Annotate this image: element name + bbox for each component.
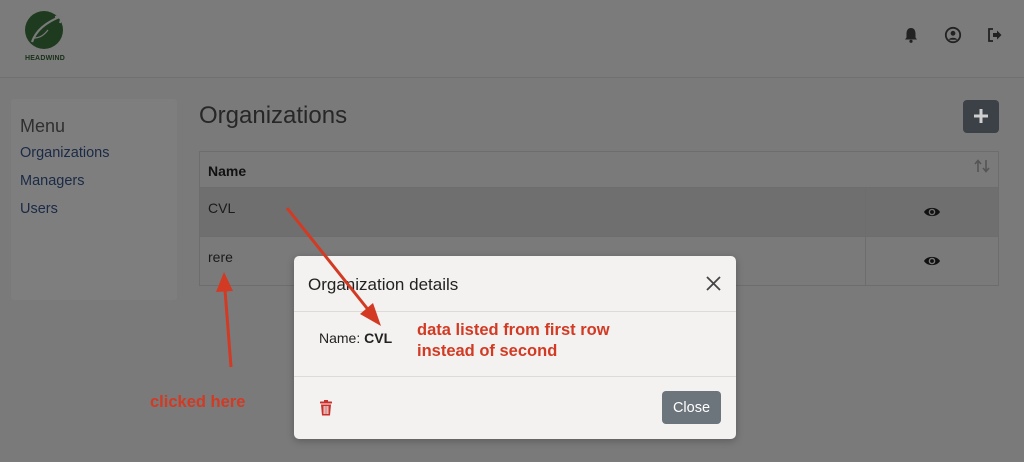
sort-icon[interactable] — [973, 158, 991, 174]
bell-icon[interactable] — [902, 26, 920, 44]
arrow-to-second-row — [216, 272, 233, 368]
menu-title: Menu — [20, 116, 66, 136]
annotation-callout-modal: data listed from first row instead of se… — [417, 320, 610, 362]
close-icon[interactable] — [705, 275, 722, 292]
annotation-clicked-here: clicked here — [150, 393, 246, 411]
page-title: Organizations — [199, 102, 348, 129]
plus-icon — [974, 109, 988, 123]
organization-name-field: Name: CVL — [319, 330, 392, 346]
add-organization-button[interactable] — [963, 100, 999, 133]
headwind-logo[interactable]: HEADWIND — [22, 8, 68, 64]
cell-divider — [865, 237, 866, 285]
table-row[interactable]: CVL — [200, 188, 998, 237]
close-button[interactable]: Close — [662, 391, 721, 424]
modal-divider — [294, 376, 736, 377]
row-name-cell: CVL — [208, 200, 236, 216]
trash-icon[interactable] — [319, 400, 333, 416]
eye-icon[interactable] — [923, 254, 941, 268]
eye-icon[interactable] — [923, 205, 941, 219]
name-value: CVL — [364, 330, 393, 346]
row-name-cell: rere — [208, 249, 233, 265]
logout-icon[interactable] — [986, 26, 1004, 44]
sidebar-item-users[interactable]: Users — [20, 201, 58, 217]
leaf-logo-icon — [25, 11, 63, 49]
column-header-name: Name — [208, 163, 247, 179]
name-label: Name: — [319, 330, 361, 346]
sidebar-item-organizations[interactable]: Organizations — [20, 145, 109, 161]
annotation-line-1: data listed from first row — [417, 321, 610, 339]
user-circle-icon[interactable] — [944, 26, 962, 44]
table-header: Name — [200, 152, 998, 188]
cell-divider — [865, 188, 866, 236]
app-header: HEADWIND — [0, 0, 1024, 78]
sidebar: Menu Organizations Managers Users — [11, 99, 177, 300]
modal-title: Organization details — [308, 275, 459, 294]
modal-divider — [294, 311, 736, 312]
annotation-line-2: instead of second — [417, 342, 558, 360]
logo-text: HEADWIND — [24, 55, 66, 62]
sidebar-item-managers[interactable]: Managers — [20, 173, 84, 189]
